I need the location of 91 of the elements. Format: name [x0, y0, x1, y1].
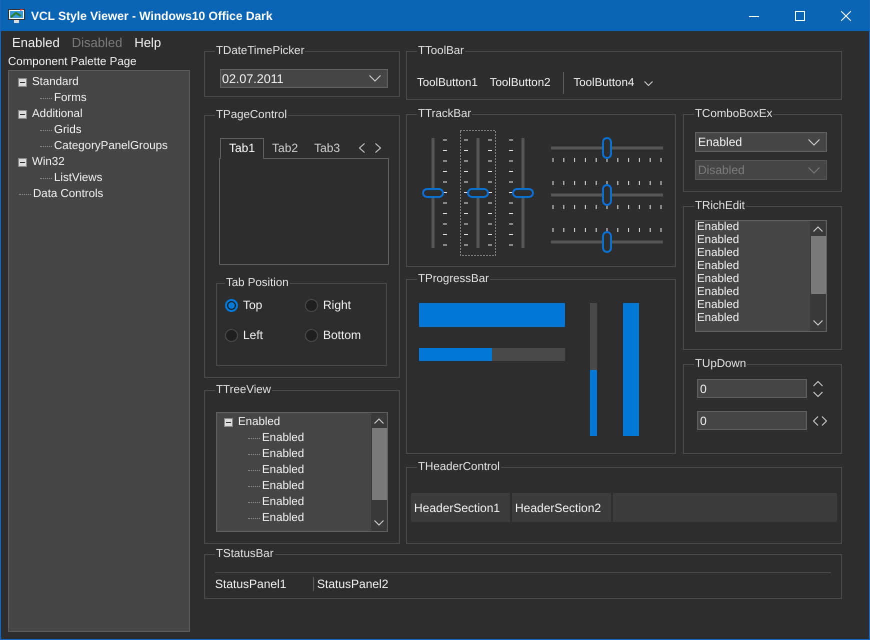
status-text: StatusPanel1 — [215, 577, 288, 591]
tree-item[interactable]: CategoryPanelGroups — [54, 140, 168, 152]
header-section[interactable]: HeaderSection2 — [512, 493, 611, 522]
tree-item[interactable]: Grids — [54, 124, 82, 136]
chevron-up-icon[interactable] — [813, 226, 823, 232]
tree-item[interactable]: ListViews — [54, 172, 102, 184]
vertical-slider[interactable] — [458, 130, 498, 256]
text-line: Enabled — [697, 234, 740, 247]
toolbar-button[interactable]: ToolButton2 — [490, 77, 550, 89]
group-title: TTrackBar — [417, 107, 472, 121]
text-line: Enabled — [697, 221, 740, 234]
group-title: TTreeView — [215, 383, 272, 397]
tree-item[interactable]: Win32 — [32, 156, 65, 168]
date-picker[interactable]: 02.07.2011 — [220, 69, 388, 88]
slider-thumb[interactable] — [422, 188, 444, 198]
close-icon — [841, 10, 851, 20]
tab[interactable]: Tab1 — [220, 138, 264, 159]
scrollbar-thumb[interactable] — [372, 428, 386, 500]
text-line: Enabled — [697, 299, 740, 312]
chevron-down-icon — [644, 80, 654, 86]
group-title: TStatusBar — [215, 547, 275, 561]
tree-item[interactable]: Data Controls — [33, 188, 104, 200]
radio-button[interactable] — [225, 298, 238, 312]
collapse-icon[interactable] — [18, 78, 27, 86]
group-title: TComboBoxEx — [694, 107, 774, 121]
text-line: Enabled — [697, 312, 740, 325]
tab[interactable]: Tab2 — [264, 139, 306, 158]
collapse-icon[interactable] — [18, 110, 27, 118]
tree-item[interactable]: Enabled — [262, 464, 304, 476]
maximize-icon — [795, 10, 805, 20]
scrollbar[interactable] — [371, 413, 387, 531]
group-title: TUpDown — [694, 357, 748, 371]
chevron-down-icon — [369, 75, 381, 82]
up-down-arrows-icon[interactable] — [813, 380, 823, 398]
chevron-left-icon[interactable] — [359, 142, 365, 152]
tab[interactable]: Tab3 — [306, 139, 348, 158]
tree-item[interactable]: Enabled — [262, 496, 304, 508]
slider-thumb[interactable] — [512, 188, 534, 198]
radio-option[interactable]: Top — [225, 298, 305, 312]
tree-item[interactable]: Forms — [54, 92, 87, 104]
text-line: Enabled — [697, 273, 740, 286]
status-text: StatusPanel2 — [313, 577, 415, 591]
chevron-down-icon — [808, 138, 820, 146]
left-right-arrows-icon[interactable] — [813, 416, 827, 426]
text-line: Enabled — [697, 247, 740, 260]
slider-thumb[interactable] — [467, 188, 489, 198]
slider-thumb[interactable] — [602, 184, 612, 206]
group-title: TPageControl — [215, 108, 288, 122]
group-title: TRichEdit — [694, 199, 746, 213]
tree-item[interactable]: Standard — [32, 76, 79, 88]
radio-button[interactable] — [305, 298, 318, 312]
menu-item[interactable]: Help — [128, 34, 168, 50]
window-title: VCL Style Viewer - Windows10 Office Dark — [31, 8, 273, 22]
chevron-right-icon[interactable] — [375, 142, 381, 152]
radio-button[interactable] — [305, 328, 318, 342]
combo-box[interactable]: Enabled — [695, 132, 827, 152]
group-title: TDateTimePicker — [215, 44, 306, 58]
radio-option[interactable]: Bottom — [305, 328, 385, 342]
chevron-down-icon[interactable] — [813, 320, 823, 326]
tree-item[interactable]: Enabled — [262, 480, 304, 492]
collapse-icon[interactable] — [18, 158, 27, 166]
radio-option[interactable]: Right — [305, 298, 385, 312]
menu-item[interactable]: Enabled — [6, 34, 66, 50]
collapse-icon[interactable] — [224, 418, 233, 426]
scrollbar[interactable] — [810, 221, 826, 331]
group-title: Tab Position — [225, 276, 290, 290]
scrollbar-thumb[interactable] — [810, 236, 826, 294]
group-title: TProgressBar — [417, 272, 490, 286]
radio-button[interactable] — [225, 328, 238, 342]
tree-item[interactable]: Enabled — [262, 512, 304, 524]
toolbar-button[interactable]: ToolButton1 — [417, 77, 478, 89]
slider-thumb[interactable] — [602, 231, 612, 253]
tree-item[interactable]: Enabled — [262, 432, 304, 444]
group-title: TToolBar — [417, 44, 466, 58]
tree-item[interactable]: Enabled — [238, 416, 280, 428]
toolbar-dropdown-button[interactable]: ToolButton4 — [574, 77, 654, 89]
chevron-down-icon[interactable] — [374, 520, 384, 526]
number-field[interactable]: 0 — [697, 411, 807, 430]
group-title: THeaderControl — [417, 460, 501, 474]
radio-option[interactable]: Left — [225, 328, 305, 342]
tree-item[interactable]: Enabled — [262, 448, 304, 460]
chevron-up-icon[interactable] — [374, 418, 384, 424]
text-line: Enabled — [697, 286, 740, 299]
tree-item[interactable]: Additional — [32, 108, 83, 120]
slider-thumb[interactable] — [602, 137, 612, 159]
app-icon — [8, 8, 25, 22]
palette-title: Component Palette Page — [8, 55, 138, 70]
number-field[interactable]: 0 — [697, 379, 807, 398]
header-section[interactable]: HeaderSection1 — [411, 493, 510, 522]
text-line: Enabled — [697, 260, 740, 273]
chevron-down-icon — [808, 166, 820, 174]
